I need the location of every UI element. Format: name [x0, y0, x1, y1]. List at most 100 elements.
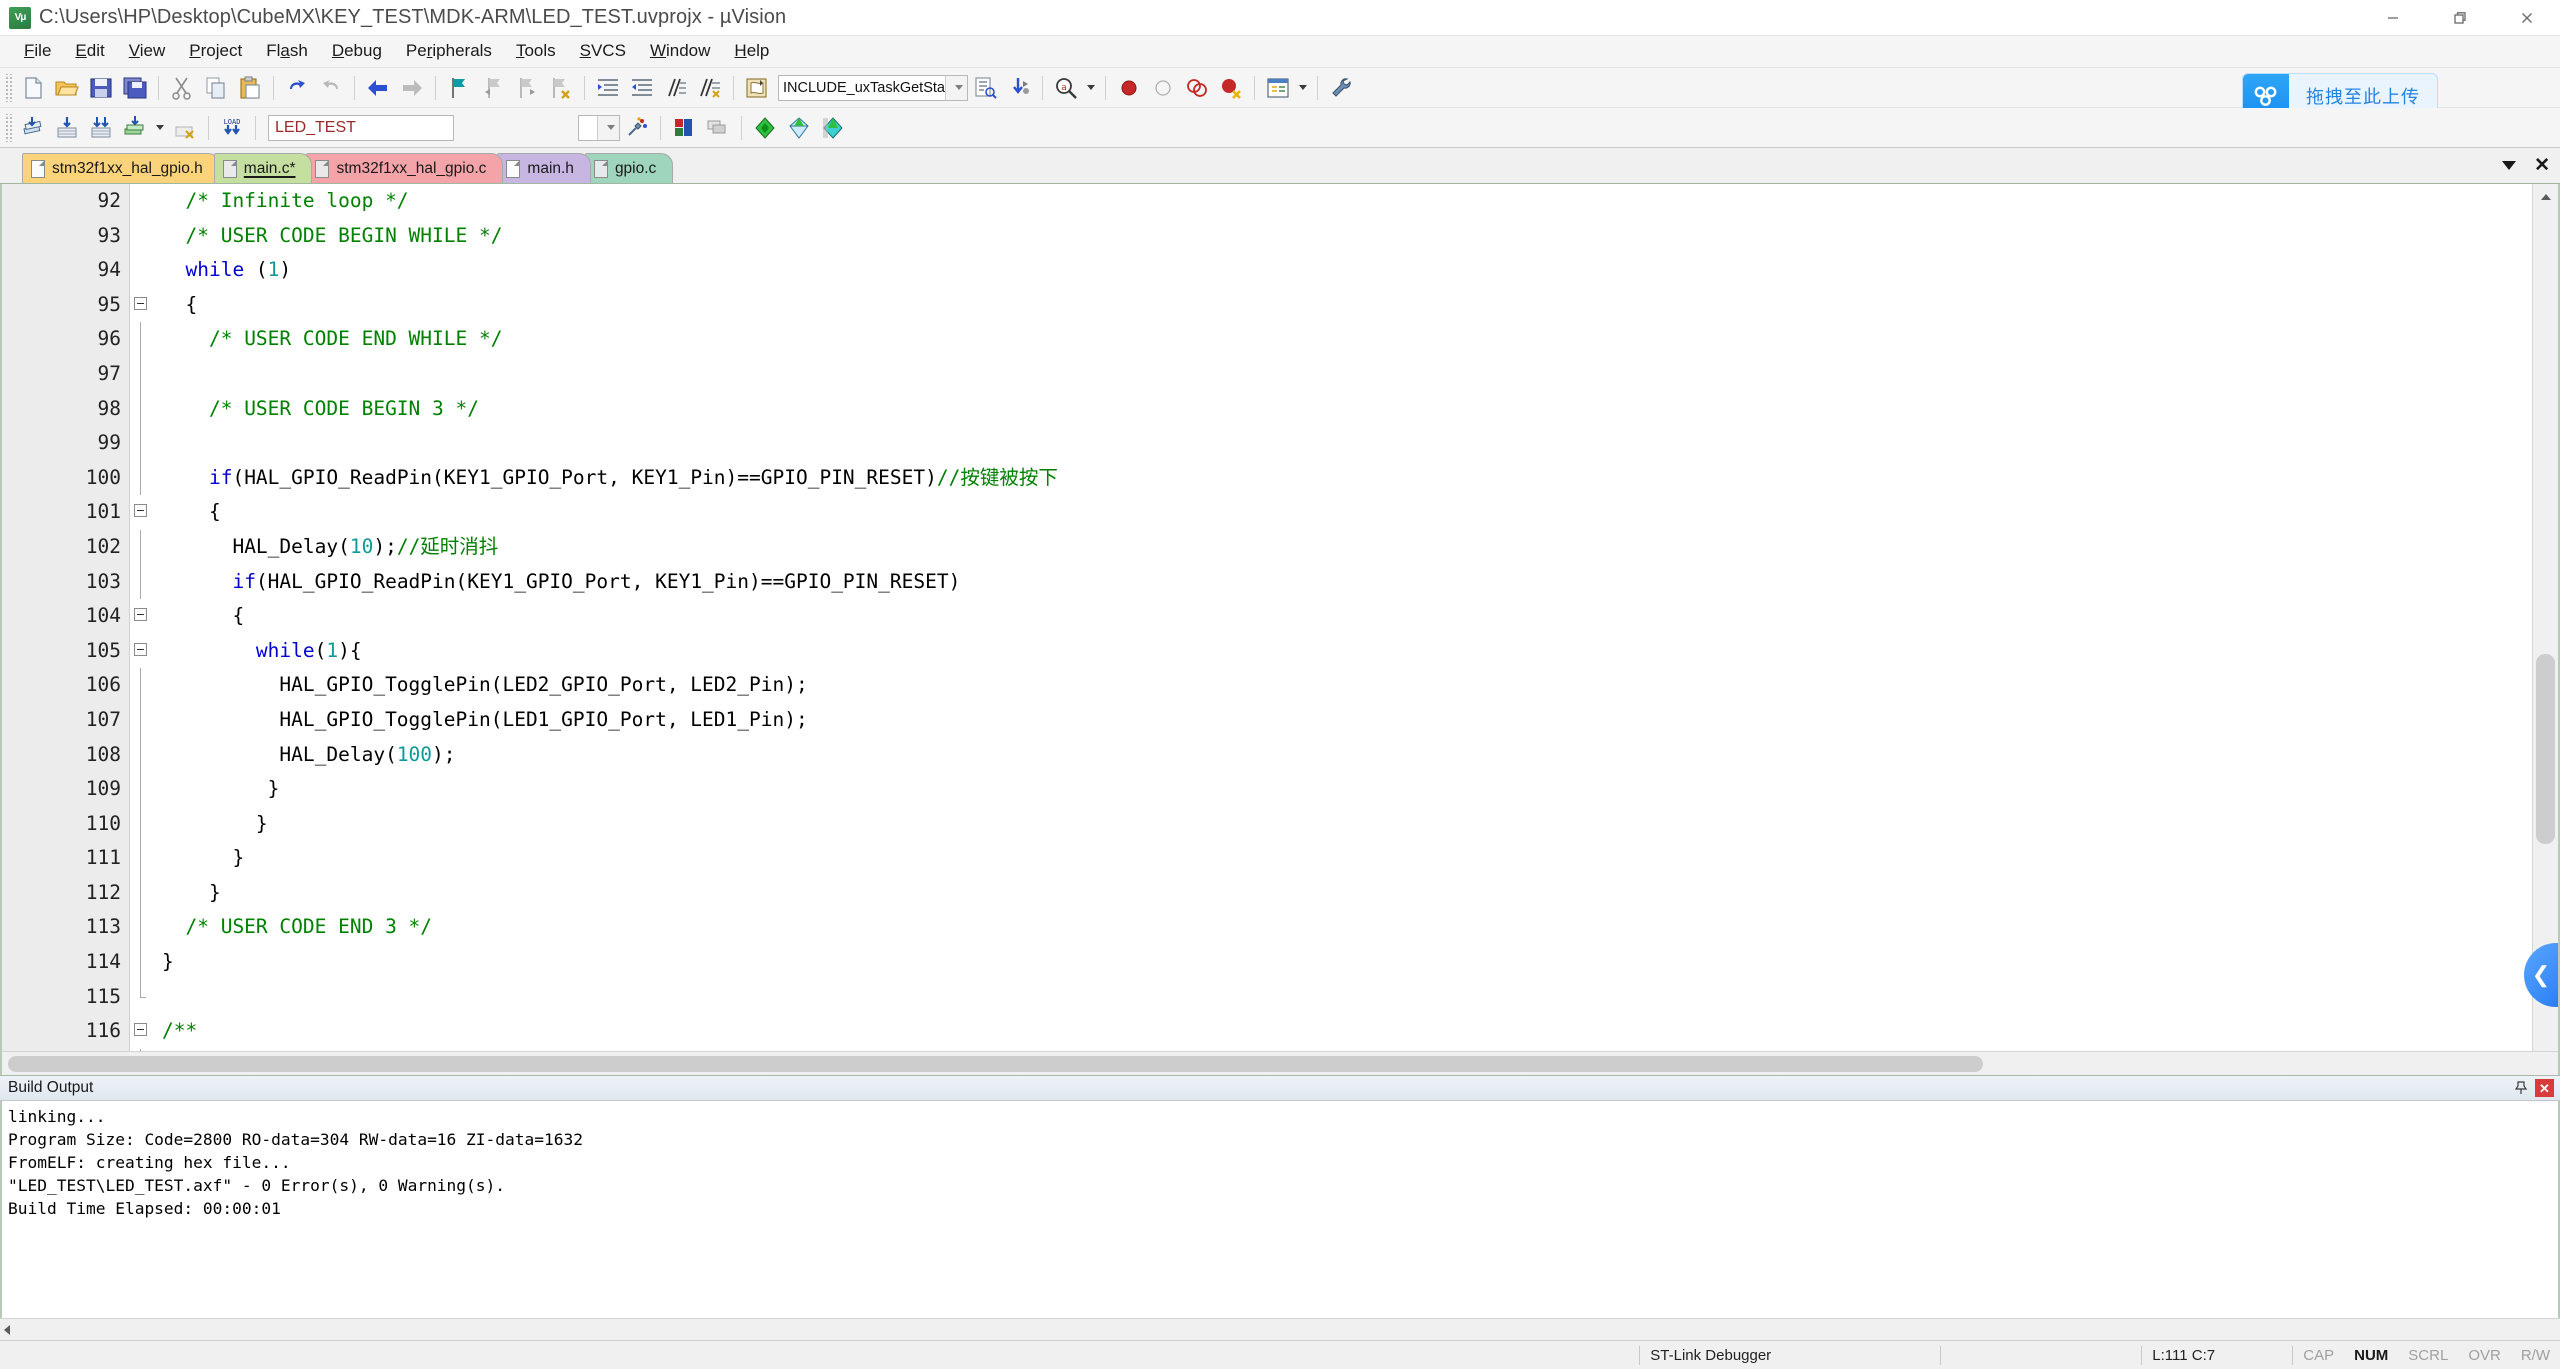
manage-run-time-env-icon[interactable] [748, 111, 782, 145]
close-icon[interactable] [2493, 0, 2560, 36]
target-combo[interactable]: LED_TEST [268, 114, 454, 141]
manage-project-items-icon[interactable] [667, 111, 701, 145]
save-all-icon[interactable] [118, 71, 152, 105]
toolbar-separator [741, 115, 742, 140]
config-wizard-icon[interactable] [816, 111, 850, 145]
disable-breakpoint-icon[interactable] [1146, 71, 1180, 105]
restore-icon[interactable] [2426, 0, 2493, 36]
kill-all-breakpoints-icon[interactable] [1214, 71, 1248, 105]
fold-marker[interactable] [130, 288, 156, 323]
batch-build-dropdown-caret[interactable] [152, 111, 168, 145]
save-icon[interactable] [84, 71, 118, 105]
clear-bookmarks-icon[interactable] [544, 71, 578, 105]
menu-debug[interactable]: Debug [320, 38, 394, 65]
project-window-dropdown-caret[interactable] [1295, 71, 1311, 105]
navigate-forward-icon[interactable] [395, 71, 429, 105]
chevron-down-icon[interactable] [945, 75, 967, 100]
menu-view[interactable]: View [117, 38, 178, 65]
source-code-text[interactable]: /* Infinite loop */ /* USER CODE BEGIN W… [156, 184, 2532, 1051]
minimize-icon[interactable] [2359, 0, 2426, 36]
fold-guide-line [140, 910, 141, 946]
stop-build-icon[interactable] [168, 111, 202, 145]
scroll-up-icon[interactable] [2533, 184, 2558, 210]
target-select-dropdown[interactable] [578, 114, 620, 141]
code-folding-column[interactable] [130, 184, 156, 1051]
panel-close-icon[interactable]: ✕ [2535, 1079, 2554, 1097]
find-icon[interactable]: a [1049, 71, 1083, 105]
toolbar-grip[interactable] [4, 73, 13, 102]
menu-file[interactable]: File [12, 38, 63, 65]
tab-main-h[interactable]: main.h [497, 153, 591, 183]
indent-icon[interactable] [591, 71, 625, 105]
menu-flash[interactable]: Flash [254, 38, 320, 65]
menu-tools[interactable]: Tools [504, 38, 568, 65]
download-icon[interactable]: LOAD [215, 111, 249, 145]
menu-project[interactable]: Project [177, 38, 254, 65]
tab-close-icon[interactable]: ✕ [2534, 156, 2550, 175]
redo-icon[interactable] [314, 71, 348, 105]
fold-collapse-icon[interactable] [134, 1023, 147, 1037]
symbol-combo[interactable]: INCLUDE_uxTaskGetStack [778, 74, 968, 101]
toggle-bookmark-icon[interactable] [442, 71, 476, 105]
configure-icon[interactable] [1324, 71, 1358, 105]
undo-icon[interactable] [280, 71, 314, 105]
code-area[interactable]: 92 93 94 95 96 97 98 99 100 101 102 103 104 105 106 107… [2, 184, 2532, 1051]
cut-icon[interactable] [165, 71, 199, 105]
new-window-icon[interactable] [782, 111, 816, 145]
horizontal-scroll-thumb[interactable] [8, 1056, 1983, 1072]
build-output-text[interactable]: linking... Program Size: Code=2800 RO-dat… [0, 1101, 2560, 1318]
tab-list-dropdown-icon[interactable] [2502, 161, 2516, 170]
fold-collapse-icon[interactable] [134, 608, 147, 622]
open-file-icon[interactable] [50, 71, 84, 105]
editor-vertical-scrollbar[interactable] [2532, 184, 2558, 1051]
vertical-scroll-thumb[interactable] [2536, 654, 2555, 844]
fold-collapse-icon[interactable] [134, 504, 147, 518]
fold-collapse-icon[interactable] [134, 296, 147, 310]
insert-breakpoint-icon[interactable] [1112, 71, 1146, 105]
outdent-icon[interactable] [625, 71, 659, 105]
fold-marker[interactable] [130, 634, 156, 669]
copy-icon[interactable] [199, 71, 233, 105]
line-number: 101 [85, 500, 121, 524]
build-toolbar: LOAD LED_TEST [0, 108, 2560, 148]
rebuild-icon[interactable] [84, 111, 118, 145]
fold-marker[interactable] [130, 495, 156, 530]
menu-peripherals[interactable]: Peripherals [394, 38, 504, 65]
next-bookmark-icon[interactable] [510, 71, 544, 105]
prev-bookmark-icon[interactable] [476, 71, 510, 105]
find-in-files-icon[interactable] [968, 71, 1002, 105]
open-document-icon[interactable] [740, 71, 774, 105]
tab-stm32f1xx-hal-gpio-c[interactable]: stm32f1xx_hal_gpio.c [306, 153, 504, 183]
status-flag-ovr: OVR [2468, 1346, 2501, 1364]
toolbar-grip[interactable] [4, 113, 13, 142]
menu-svcs[interactable]: SVCS [568, 38, 638, 65]
build-icon[interactable] [50, 111, 84, 145]
disable-all-breakpoints-icon[interactable] [1180, 71, 1214, 105]
fold-marker[interactable] [130, 599, 156, 634]
new-file-icon[interactable] [16, 71, 50, 105]
tab-gpio-c[interactable]: gpio.c [584, 153, 674, 183]
menu-help[interactable]: Help [722, 38, 781, 65]
uncomment-icon[interactable] [693, 71, 727, 105]
project-window-icon[interactable] [1261, 71, 1295, 105]
paste-icon[interactable] [233, 71, 267, 105]
menu-edit[interactable]: Edit [63, 38, 116, 65]
manage-multi-project-icon[interactable] [701, 111, 735, 145]
fold-marker[interactable] [130, 1014, 156, 1049]
batch-build-icon[interactable] [118, 111, 152, 145]
build-output-horizontal-scrollbar[interactable] [0, 1318, 2560, 1340]
fold-collapse-icon[interactable] [134, 642, 147, 656]
comment-icon[interactable] [659, 71, 693, 105]
tab-stm32f1xx-hal-gpio-h[interactable]: stm32f1xx_hal_gpio.h [22, 153, 220, 183]
translate-icon[interactable] [16, 111, 50, 145]
pin-icon[interactable] [2513, 1080, 2529, 1096]
tab-main-c[interactable]: main.c* [213, 153, 313, 183]
menu-window[interactable]: Window [638, 38, 722, 65]
find-dropdown-caret[interactable] [1083, 71, 1099, 105]
scroll-left-icon[interactable] [4, 1325, 10, 1335]
editor-horizontal-scrollbar[interactable] [2, 1051, 2558, 1075]
target-options-icon[interactable] [620, 111, 654, 145]
navigate-back-icon[interactable] [361, 71, 395, 105]
goto-definition-icon[interactable] [1002, 71, 1036, 105]
chevron-down-icon[interactable] [597, 115, 619, 140]
